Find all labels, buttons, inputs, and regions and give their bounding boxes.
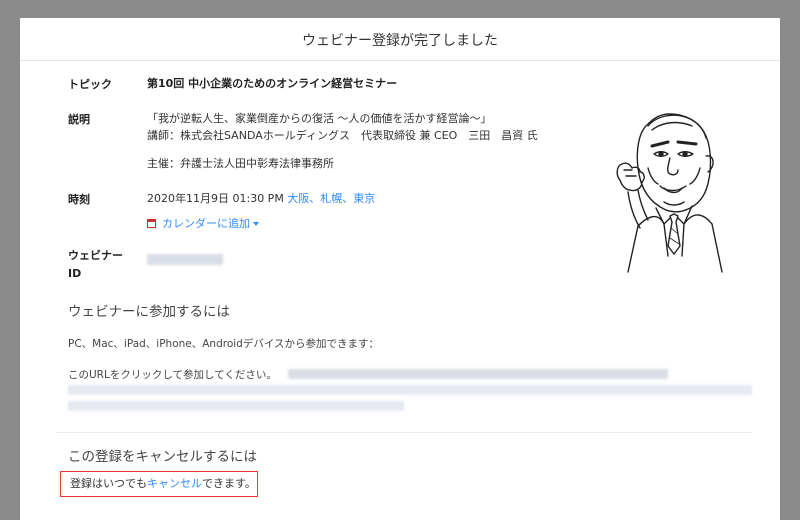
chevron-down-icon — [253, 222, 259, 226]
join-url-link[interactable] — [288, 369, 668, 379]
divider — [20, 60, 780, 61]
cancel-highlight-box: 登録はいつでもキャンセルできます。 — [60, 471, 258, 497]
webinar-id-label: ウェビナーID — [68, 249, 123, 280]
cancel-text-after: できます。 — [202, 477, 256, 490]
topic-label: トピック — [68, 78, 112, 91]
topic-value: 第10回 中小企業のためのオンライン経営セミナー — [147, 77, 398, 90]
timezone-link[interactable]: 大阪、札幌、東京 — [287, 192, 375, 205]
description-label: 説明 — [68, 113, 90, 126]
cancel-section-title: この登録をキャンセルするには — [68, 449, 257, 465]
cancel-text-before: 登録はいつでも — [70, 477, 147, 490]
join-section-title: ウェビナーに参加するには — [68, 304, 230, 320]
description-line-3: 主催：弁護士法人田中彰寿法律事務所 — [147, 157, 334, 170]
webinar-id-redacted: ▯▯▯ ▯▯▯▯ ▯▯▯▯ — [147, 253, 223, 265]
calendar-icon — [147, 219, 156, 228]
add-to-calendar-button[interactable]: カレンダーに追加 — [147, 214, 259, 233]
time-label: 時刻 — [68, 193, 90, 206]
add-to-calendar-label: カレンダーに追加 — [162, 217, 250, 230]
webinar-id-value: ▯▯▯ ▯▯▯▯ ▯▯▯▯ — [147, 249, 223, 268]
cancel-link[interactable]: キャンセル — [147, 477, 202, 490]
time-value: 2020年11月9日 01:30 PM — [147, 192, 284, 205]
time-row: 2020年11月9日 01:30 PM 大阪、札幌、東京 — [147, 189, 375, 208]
supported-devices-text: PC、Mac、iPad、iPhone、Androidデバイスから参加できます： — [68, 338, 380, 350]
presenter-caricature — [616, 113, 723, 273]
registration-card: ウェビナー登録が完了しました トピック 第10回 中小企業のためのオンライン経営… — [20, 18, 780, 520]
page-title: ウェビナー登録が完了しました — [302, 33, 498, 49]
description-line-2: 講師：株式会社SANDAホールディングス 代表取締役 兼 CEO 三田 昌資 氏 — [147, 129, 538, 142]
divider — [56, 432, 752, 433]
join-url-link-line-3[interactable] — [68, 401, 404, 411]
join-url-prompt: このURLをクリックして参加してください。 — [68, 369, 277, 381]
join-url-link-line-2[interactable] — [68, 385, 752, 395]
